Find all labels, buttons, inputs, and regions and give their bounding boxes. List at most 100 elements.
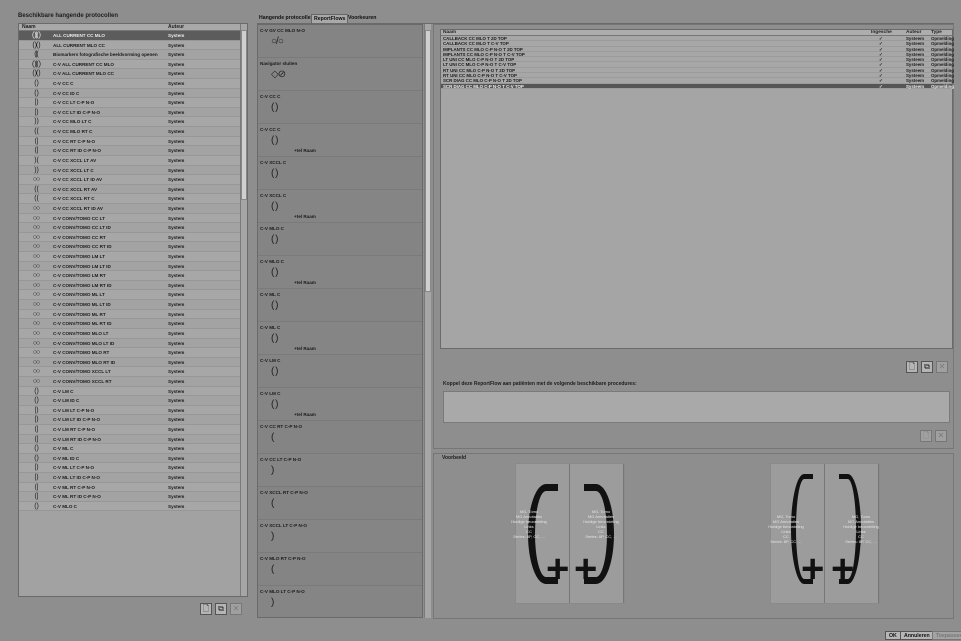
flow-step[interactable]: C-V XCCL RT C-P N-O ( [258,487,422,520]
flow-step[interactable]: C-V XCCL LT C-P N-O) [258,520,422,553]
table-row[interactable]: ○○ C-V CONV/TOMO XCCL RT System [19,376,247,387]
table-row[interactable]: ○○ C-V CONV/TOMO MLO LT ID System [19,338,247,349]
table-row[interactable]: ) (C-V CC XCCL LT AV System [19,155,247,166]
flow-step[interactable]: C-V MLO LT C-P N-O) [258,586,422,617]
table-row[interactable]: ( ) C-V MLO C System [19,501,247,512]
table-row[interactable]: ( | C-V LM RT ID C-P N-O System [19,434,247,445]
table-row[interactable]: | ) C-V CC LT ID C-P N-O System [19,107,247,118]
col-name-header[interactable]: Naam [22,24,36,30]
rf-included-check[interactable]: ✓ [879,84,883,90]
protocols-scrollbar[interactable] [240,24,247,596]
table-row[interactable]: ( | C-V CC RT ID C-P N-O System [19,146,247,156]
flow-step[interactable]: C-V LM C ( ) +tel Raam [258,388,422,421]
table-row[interactable]: ○○ C-V CONV/TOMO MLO LT System [19,328,247,339]
new-reportflow-button[interactable]: 🗋 [906,361,918,373]
reportflows-table[interactable]: Naam Ingesche Auteur Type CALLBACK CC ML… [440,29,954,349]
rf-col-author[interactable]: Auteur [906,30,921,35]
protocols-table[interactable]: Naam Auteur ( )|( ) ALL CURRENT CC MLO Sys… [18,23,248,597]
table-row[interactable]: ○○ C-V CONV/TOMO MLO RT System [19,348,247,358]
protocol-layout-icon: ( ( [34,195,39,203]
table-row[interactable]: ( ) C-V CC ID C System [19,88,247,99]
tab-hanging-protocols[interactable]: Hangende protocollen [257,14,316,23]
apply-button[interactable]: Toepassen [932,631,961,640]
flow-step[interactable]: C-V CC RT C-P N-O ( [258,421,422,454]
tab-preferences[interactable]: Voorkeuren [346,14,378,23]
table-row[interactable]: | ) C-V ML LT C-P N-O System [19,463,247,474]
table-row[interactable]: SCR DIAG CC MLO C-P N-O T C-V TOP ✓ Systee… [441,83,954,90]
flow-scrollbar[interactable] [424,24,431,618]
procedures-list[interactable] [443,391,950,423]
table-row[interactable]: ( ) C-V CC C System [19,79,247,89]
table-row[interactable]: ( ) C-V ML ID C System [19,453,247,464]
table-row[interactable]: ○○ C-V CONV/TOMO ML LT ID System [19,300,247,310]
table-row[interactable]: ○○ C-V CONV/TOMO CC LT ID System [19,223,247,233]
flow-step[interactable]: C-V XCCL C ( ) [258,157,422,190]
table-row[interactable]: (|( Biomarkers fotografische beeldvormin… [19,50,247,60]
table-row[interactable]: ( )( ) ALL CURRENT MLO CC System [19,40,247,51]
table-row[interactable]: ○○ C-V CC XCCL RT ID AV System [19,203,247,214]
table-row[interactable]: ) ) C-V CC XCCL LT C System [19,165,247,176]
table-row[interactable]: ( | C-V ML RT C-P N-O System [19,482,247,493]
cancel-button[interactable]: Annuleren [900,631,934,640]
table-row[interactable]: ○○ C-V CONV/TOMO LM LT ID System [19,261,247,272]
tab-reportflows[interactable]: ReportFlows [311,14,349,23]
table-row[interactable]: ( )( ) C-V ALL CURRENT MLO CC System [19,69,247,80]
flow-step[interactable]: C-V MLO C ( ) [258,223,422,256]
flow-step[interactable]: C-V MLO C ( ) +tel Raam [258,256,422,289]
flow-step[interactable]: C-V GV CC MLO N-O ○/○ [258,25,422,58]
col-author-header[interactable]: Auteur [168,24,184,30]
delete-protocol-button[interactable]: ✕ [230,603,242,615]
rf-col-name[interactable]: Naam [443,30,456,35]
table-row[interactable]: ( (C-V CC XCCL RT AV System [19,184,247,195]
table-row[interactable]: ○○ C-V CONV/TOMO ML RT ID System [19,319,247,329]
table-row[interactable]: | ) C-V LM LT C-P N-O System [19,405,247,416]
flow-step[interactable]: C-V XCCL C ( ) +tel Raam [258,190,422,223]
flow-scroll-thumb[interactable] [425,30,431,292]
flow-step[interactable]: C-V ML C ( ) [258,289,422,322]
table-row[interactable]: ( | C-V CC RT C-P N-O System [19,136,247,147]
table-row[interactable]: ○○ C-V CONV/TOMO LM RT System [19,271,247,281]
table-row[interactable]: ○○ C-V CONV/TOMO MLO RT ID System [19,357,247,368]
remove-procedure-button[interactable]: ✕ [935,430,947,442]
table-row[interactable]: ( )|( ) C-V ALL CURRENT CC MLO System [19,59,247,70]
table-row[interactable]: ( | C-V ML RT ID C-P N-O System [19,492,247,502]
table-row[interactable]: ( ) C-V ML C System [19,444,247,454]
flow-step[interactable]: C-V LM C ( ) [258,355,422,388]
table-row[interactable]: ( (C-V CC MLO RT C System [19,127,247,137]
flow-step[interactable]: C-V CC C ( ) +tel Raam [258,124,422,157]
rf-col-type[interactable]: Type [931,30,942,35]
table-row[interactable]: ○○ C-V CONV/TOMO ML LT System [19,290,247,301]
table-row[interactable]: ○○ C-V CONV/TOMO XCCL LT System [19,367,247,377]
flow-step[interactable]: C-V CC LT C-P N-O) [258,454,422,487]
table-row[interactable]: ( )|( ) ALL CURRENT CC MLO System [19,31,247,41]
table-row[interactable]: ( ) C-V LM ID C System [19,396,247,406]
reportflow-steps[interactable]: C-V GV CC MLO N-O ○/○ Navigator sluiten ◇⊘ C… [257,24,423,618]
table-row[interactable]: ( (C-V CC XCCL RT C System [19,194,247,204]
add-procedure-button[interactable]: 🗋 [920,430,932,442]
table-row[interactable]: ( | C-V LM RT C-P N-O System [19,424,247,435]
new-protocol-button[interactable]: 🗋 [200,603,212,615]
table-row[interactable]: ○○ C-V CONV/TOMO CC RT System [19,232,247,243]
copy-protocol-button[interactable]: ⧉ [215,603,227,615]
flow-step[interactable]: C-V MLO RT C-P N-O ( [258,553,422,586]
table-row[interactable]: ○○ C-V CONV/TOMO CC LT System [19,213,247,224]
table-row[interactable]: ○○ C-V CONV/TOMO LM RT ID System [19,280,247,291]
table-row[interactable]: ( ) C-V LM C System [19,386,247,397]
table-row[interactable]: | ) C-V ML LT ID C-P N-O System [19,473,247,483]
table-row[interactable]: | ) C-V LM LT ID C-P N-O System [19,415,247,425]
flow-step[interactable]: C-V ML C ( ) +tel Raam [258,322,422,355]
protocol-author: System [168,282,185,288]
table-row[interactable]: ○○ C-V CONV/TOMO LM LT System [19,252,247,262]
table-row[interactable]: ○○ C-V CONV/TOMO CC RT ID System [19,242,247,253]
table-row[interactable]: ○○ C-V CONV/TOMO ML RT System [19,309,247,320]
protocols-scroll-thumb[interactable] [241,30,247,200]
flow-step[interactable]: C-V CC C ( ) [258,91,422,124]
delete-reportflow-button[interactable]: ✕ [936,361,948,373]
table-row[interactable]: ) ) C-V CC MLO LT C System [19,117,247,128]
table-row[interactable]: ○○ C-V CC XCCL LT ID AV System [19,175,247,185]
copy-reportflow-button[interactable]: ⧉ [921,361,933,373]
flow-step[interactable]: Navigator sluiten ◇⊘ [258,58,422,91]
table-row[interactable]: | ) C-V CC LT C-P N-O System [19,98,247,108]
rf-col-included[interactable]: Ingesche [871,30,892,35]
ok-button[interactable]: OK [885,631,901,640]
